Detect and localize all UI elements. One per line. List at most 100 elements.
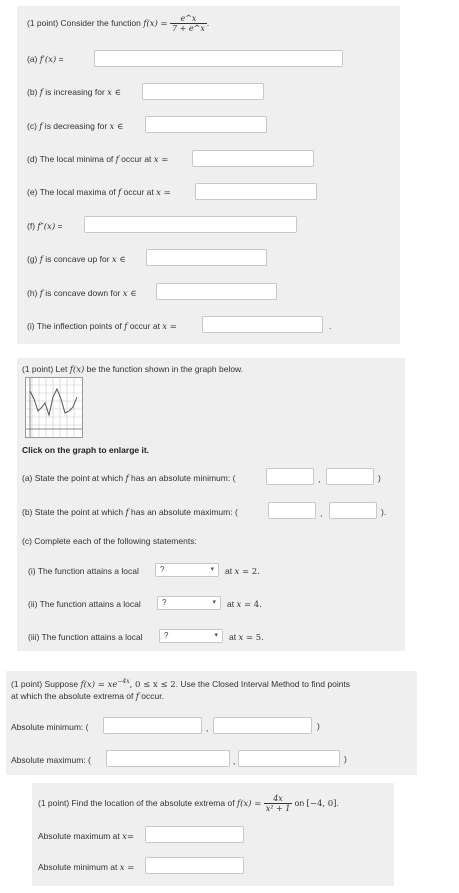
text: (1 point) Suppose — [11, 678, 81, 689]
answer-e-input[interactable] — [195, 183, 317, 200]
math: f′(x) — [39, 55, 57, 65]
eq: = — [126, 832, 135, 842]
fx-math: f(x) = — [236, 799, 262, 809]
chevron-down-icon: ▾ — [212, 599, 216, 606]
answer-h-input[interactable] — [156, 283, 277, 300]
text: at which the absolute extrema of — [11, 691, 136, 701]
problem-3-line2: at which the absolute extrema of f occur… — [11, 691, 164, 702]
fraction-numerator: 4x — [263, 794, 293, 805]
stmt-i-select[interactable]: ? ▾ — [155, 563, 219, 577]
math: f″(x) — [37, 222, 56, 232]
q2-b-label: (b) State the point at which f has an ab… — [22, 507, 238, 518]
sym: ∈ — [114, 122, 124, 132]
select-value: ? — [162, 598, 167, 607]
fraction-denominator: x² + 1 — [265, 804, 291, 814]
text-b: has an absolute minimum: ( — [128, 473, 236, 483]
select-value: ? — [164, 631, 169, 640]
label: (g) — [27, 254, 40, 264]
eq: = 4. — [241, 600, 262, 610]
text-b: has an absolute maximum: ( — [128, 507, 238, 517]
fraction-numerator: e^x — [170, 14, 207, 25]
p3-min-x-input[interactable] — [103, 717, 202, 734]
answer-f-input[interactable] — [84, 216, 297, 233]
q-a-label: (a) f′(x) = — [27, 54, 64, 65]
problem-1-intro: (1 point) Consider the function f(x) = e… — [27, 10, 209, 37]
intro-a: (1 point) Let — [22, 364, 70, 374]
answer-i-input[interactable] — [202, 316, 323, 333]
eq: = — [55, 221, 63, 231]
domain-math: , 0 ≤ x ≤ 2 — [129, 679, 176, 690]
exponent: −4x — [117, 678, 130, 685]
abs-max-at-label: Absolute maximum at x= — [38, 831, 134, 842]
stmt-iii-select[interactable]: ? ▾ — [159, 629, 223, 643]
eq: = 2. — [239, 567, 260, 577]
period: . — [336, 798, 339, 808]
problem-2-intro: (1 point) Let f(x) be the function shown… — [22, 364, 243, 375]
chevron-down-icon: ▾ — [214, 632, 218, 639]
intro-b: be the function shown in the graph below… — [84, 364, 244, 374]
stmt-i-tail: at x = 2. — [225, 566, 260, 577]
chevron-down-icon: ▾ — [210, 566, 214, 573]
intro-text: (1 point) Find the location of the absol… — [38, 798, 237, 808]
q-i-period: . — [329, 321, 332, 331]
eq: = — [56, 54, 64, 64]
answer-a-input[interactable] — [94, 50, 343, 67]
label: (h) — [27, 288, 40, 298]
text: occur at — [118, 154, 154, 164]
sym: ∈ — [127, 289, 137, 299]
label: Absolute minimum at — [38, 862, 120, 872]
stmt-ii-select[interactable]: ? ▾ — [157, 596, 221, 610]
p4-min-input[interactable] — [145, 857, 244, 874]
function-graph-thumbnail[interactable] — [25, 377, 83, 438]
text-a: (b) State the point at which — [22, 507, 126, 517]
label: (i) The inflection points of — [27, 321, 125, 331]
text: occur. — [138, 691, 164, 701]
answer-g-input[interactable] — [146, 249, 267, 266]
text: is increasing for — [42, 87, 108, 97]
fraction: 4x x² + 1 — [263, 794, 293, 814]
label: (b) — [27, 87, 40, 97]
abs-min-at-label: Absolute minimum at x = — [38, 862, 134, 873]
answer-c-input[interactable] — [145, 116, 267, 133]
label: (f) — [27, 221, 38, 231]
comma: , — [233, 756, 236, 766]
p4-max-input[interactable] — [145, 826, 244, 843]
abs-max-x-input[interactable] — [268, 502, 316, 519]
sym: ∈ — [111, 88, 121, 98]
comma: , — [318, 474, 321, 484]
answer-b-input[interactable] — [142, 83, 264, 100]
p3-max-x-input[interactable] — [106, 750, 230, 767]
problem-3-line1: (1 point) Suppose f(x) = xe−4x, 0 ≤ x ≤ … — [11, 678, 350, 690]
problem-4-intro: (1 point) Find the location of the absol… — [38, 792, 339, 815]
enlarge-hint: Click on the graph to enlarge it. — [22, 445, 150, 455]
q-i-label: (i) The inflection points of f occur at … — [27, 321, 177, 332]
label: Absolute maximum at — [38, 831, 123, 841]
sym: = — [167, 322, 177, 332]
fx-math: f(x) = — [143, 19, 168, 29]
close-paren: ) — [344, 754, 347, 764]
abs-max-y-input[interactable] — [329, 502, 377, 519]
fraction: e^x 7 + e^x — [170, 14, 207, 33]
stmt-ii-label: (ii) The function attains a local — [28, 599, 141, 609]
abs-min-x-input[interactable] — [266, 468, 314, 485]
close-paren: ) — [317, 721, 320, 731]
q-d-label: (d) The local minima of f occur at x = — [27, 154, 168, 165]
q-c-label: (c) f is decreasing for x ∈ — [27, 121, 123, 132]
answer-d-input[interactable] — [192, 150, 314, 167]
text: occur at — [127, 321, 163, 331]
q-h-label: (h) f is concave down for x ∈ — [27, 288, 137, 299]
eq: = 5. — [243, 633, 264, 643]
q-e-label: (e) The local maxima of f occur at x = — [27, 187, 171, 198]
label: (d) The local minima of — [27, 154, 116, 164]
stmt-iii-tail: at x = 5. — [229, 632, 264, 643]
text: is concave up for — [42, 254, 112, 264]
text: is concave down for — [42, 288, 123, 298]
intro-math: f(x) — [69, 365, 85, 375]
text: . Use the Closed Interval Method to find… — [175, 678, 351, 689]
stmt-i-label: (i) The function attains a local — [28, 566, 139, 576]
stmt-ii-tail: at x = 4. — [227, 599, 262, 610]
p3-max-y-input[interactable] — [238, 750, 340, 767]
abs-min-y-input[interactable] — [326, 468, 374, 485]
p3-min-y-input[interactable] — [213, 717, 312, 734]
fraction-denominator: 7 + e^x — [172, 24, 205, 34]
